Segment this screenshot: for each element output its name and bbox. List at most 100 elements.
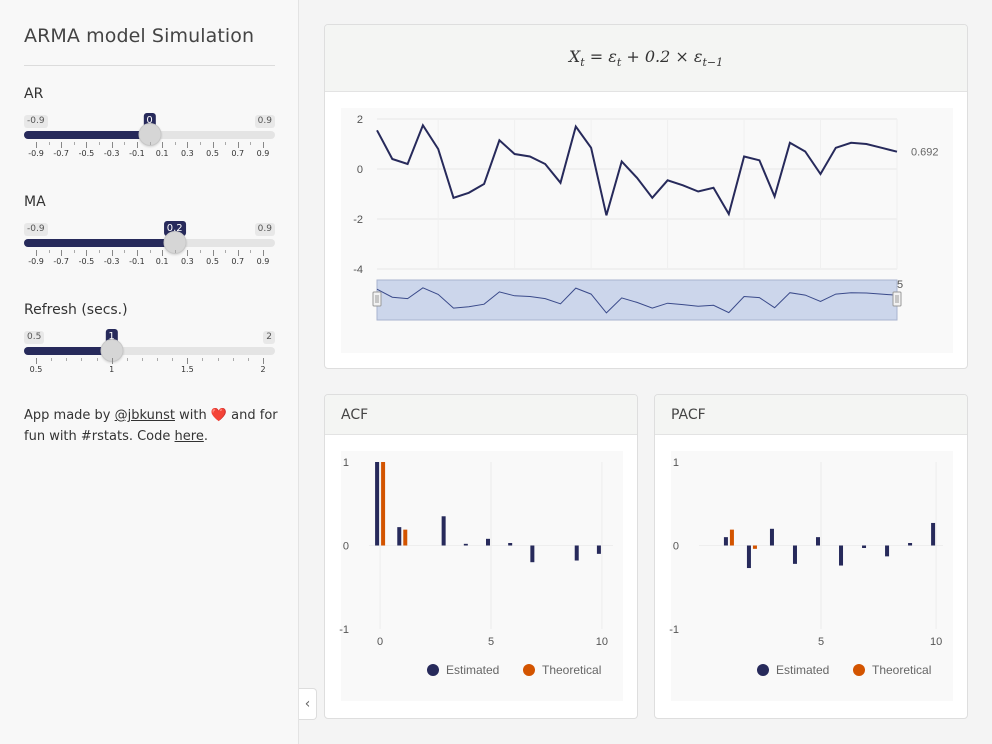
slider-tick-major <box>187 142 189 148</box>
slider-tick-minor <box>149 142 151 145</box>
slider-tick-label: 0.7 <box>231 149 245 158</box>
ar-slider-min: -0.9 <box>24 115 48 128</box>
ma-slider-ticks <box>24 250 275 256</box>
slider-tick-label: -0.1 <box>129 257 145 266</box>
legend-estimated-label: Estimated <box>446 663 499 677</box>
slider-tick-major <box>162 142 164 148</box>
refresh-slider-track[interactable] <box>24 347 275 355</box>
slider-tick-minor <box>48 142 50 145</box>
pacf-header: PACF <box>655 395 967 435</box>
slider-tick-label: 0.9 <box>256 257 270 266</box>
slider-tick-label: 0.1 <box>155 149 169 158</box>
x-tick-label: 10 <box>596 636 608 648</box>
estimated-bar <box>375 462 380 546</box>
y-tick-label: -1 <box>339 624 349 636</box>
slider-tick-label: 0.7 <box>231 257 245 266</box>
slider-tick-label: 0.3 <box>180 149 194 158</box>
formula-header: Xt = εt + 0.2 × εt−1 <box>325 25 967 92</box>
y-tick-label: 0 <box>343 541 349 553</box>
slider-tick-minor <box>73 250 75 253</box>
series-chart[interactable]: 20-2-451015202530350.692 <box>325 93 968 369</box>
estimated-bar <box>792 545 797 564</box>
slider-tick-label: -0.1 <box>129 149 145 158</box>
estimated-bar <box>746 545 751 569</box>
legend-theoretical-label: Theoretical <box>542 663 601 677</box>
slider-tick-minor <box>126 358 128 361</box>
slider-tick-label: -0.9 <box>28 149 44 158</box>
slider-tick-minor <box>157 358 159 361</box>
ma-slider-track[interactable] <box>24 239 275 247</box>
slider-tick-minor <box>202 358 204 361</box>
estimated-bar <box>574 545 579 561</box>
slider-tick-minor <box>96 358 98 361</box>
y-tick-label: -1 <box>669 624 679 636</box>
pacf-chart[interactable]: 10-15 10Estimated Theoretical <box>655 436 968 719</box>
navigator-right-handle[interactable] <box>892 291 902 307</box>
slider-tick-major <box>36 142 37 148</box>
slider-tick-minor <box>174 250 176 253</box>
x-tick-label: 5 <box>818 636 824 648</box>
code-link[interactable]: here <box>175 429 204 444</box>
slider-tick-minor <box>124 142 126 145</box>
slider-tick-major <box>136 250 138 256</box>
acf-card: ACF 1 0 -1 0 5 10 Estimated Theoretical <box>324 394 638 719</box>
slider-tick-major <box>212 142 214 148</box>
slider-tick-major <box>237 142 239 148</box>
author-link[interactable]: @jbkunst <box>115 408 175 423</box>
slider-tick-major <box>162 250 164 256</box>
slider-tick-major <box>36 358 37 364</box>
estimated-bar <box>508 542 513 546</box>
credit-middle: with <box>174 408 211 423</box>
ar-slider[interactable]: AR -0.9 0.9 0 -0.9 -0.7 -0.5 -0.3 -0.1 0.1 0.3… <box>24 86 275 182</box>
slider-tick-minor <box>232 358 234 361</box>
navigator-left-handle[interactable] <box>372 291 382 307</box>
refresh-slider-label: Refresh (secs.) <box>24 302 128 318</box>
slider-tick-major <box>36 250 37 256</box>
slider-tick-minor <box>149 250 151 253</box>
slider-tick-major <box>263 142 264 148</box>
ar-slider-fill <box>24 131 150 139</box>
slider-tick-label: 1.5 <box>180 365 194 374</box>
y-tick-label: -2 <box>353 214 363 226</box>
credit-end: . <box>203 429 208 444</box>
estimated-bar <box>769 528 774 546</box>
navigator-selection <box>376 279 898 321</box>
slider-tick-major <box>86 250 88 256</box>
refresh-slider-min: 0.5 <box>24 331 45 344</box>
slider-tick-minor <box>250 142 252 145</box>
slider-tick-label: 0.1 <box>155 257 169 266</box>
legend-estimated-marker <box>427 664 439 676</box>
slider-tick-minor <box>73 142 75 145</box>
slider-tick-major <box>187 250 189 256</box>
slider-tick-minor <box>199 250 201 253</box>
refresh-slider-max: 2 <box>263 331 275 344</box>
ar-slider-label: AR <box>24 86 44 102</box>
slider-tick-label: 0.5 <box>206 257 219 266</box>
y-tick-label: -4 <box>353 264 363 276</box>
ma-slider-max: 0.9 <box>254 223 275 236</box>
ma-slider-min: -0.9 <box>24 223 48 236</box>
credit-text: App made by @jbkunst with ❤️ and for fun… <box>24 405 279 447</box>
collapse-sidebar-button[interactable]: ‹ <box>299 688 317 720</box>
slider-tick-label: -0.9 <box>28 257 44 266</box>
estimated-bar <box>862 545 867 549</box>
sidebar: ARMA model Simulation AR -0.9 0.9 0 -0.9… <box>0 0 299 744</box>
estimated-bar <box>723 537 728 546</box>
slider-tick-major <box>263 358 264 364</box>
ma-slider[interactable]: MA -0.9 0.9 0.2 -0.9 -0.7 -0.5 -0.3 -0.1 0.1 0… <box>24 194 275 290</box>
slider-tick-label: -0.5 <box>78 149 95 158</box>
acf-header: ACF <box>325 395 637 435</box>
slider-tick-major <box>187 358 189 364</box>
slider-tick-minor <box>174 142 176 145</box>
chevron-left-icon: ‹ <box>304 696 311 712</box>
slider-tick-minor <box>247 358 249 361</box>
y-tick-label: 1 <box>343 457 349 469</box>
estimated-bar <box>463 543 468 546</box>
heart-icon: ❤️ <box>210 408 228 423</box>
acf-chart[interactable]: 10-10 5 10Estimated Theoretical <box>325 436 638 719</box>
legend-estimated-marker <box>757 664 769 676</box>
refresh-slider[interactable]: Refresh (secs.) 0.5 2 1 0.5 1 1.5 2 <box>24 302 275 398</box>
slider-tick-minor <box>99 142 101 145</box>
app-title: ARMA model Simulation <box>24 25 255 47</box>
slider-tick-major <box>237 250 239 256</box>
